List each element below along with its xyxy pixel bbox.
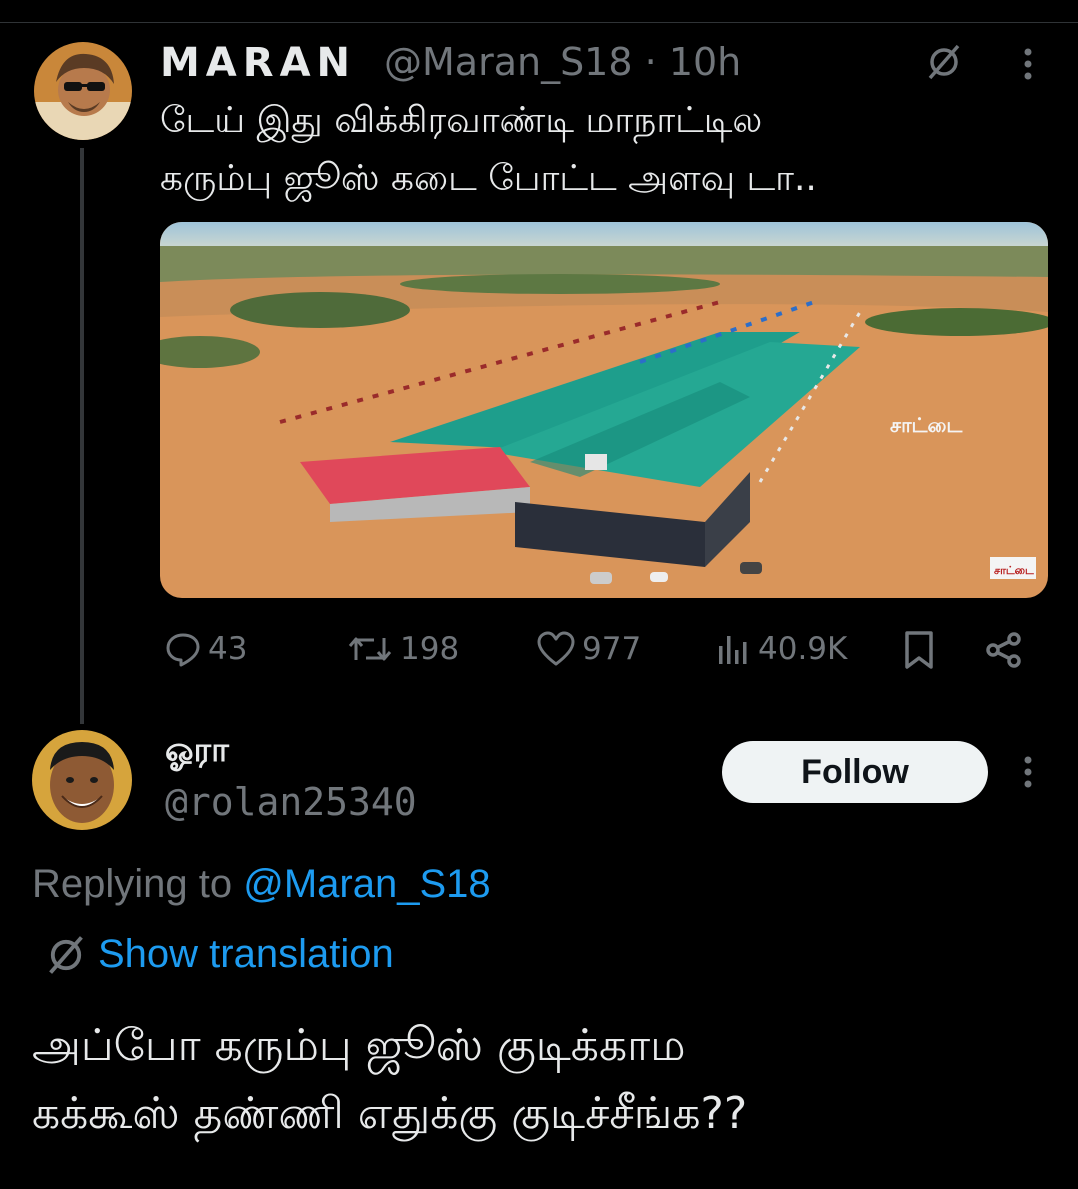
replying-to: Replying to @Maran_S18	[32, 862, 491, 907]
tweet-author-handle[interactable]: @Maran_S18 · 10h	[384, 40, 741, 84]
svg-text:சாட்டை: சாட்டை	[890, 413, 963, 437]
tweet-text-line: டேய் இது விக்கிரவாண்டி மாநாட்டில	[160, 100, 763, 141]
like-count: 977	[582, 631, 642, 667]
tweet-text: டேய் இது விக்கிரவாண்டி மாநாட்டில கரும்பு…	[160, 92, 1030, 208]
retweet-action[interactable]: 198	[346, 630, 459, 668]
replying-prefix: Replying to	[32, 862, 233, 906]
reply-more-options-icon[interactable]	[1018, 752, 1038, 792]
show-translation-label[interactable]: Show translation	[98, 932, 394, 977]
replying-mention-link[interactable]: @Maran_S18	[243, 862, 490, 906]
like-action[interactable]: 977	[536, 630, 641, 668]
retweet-count: 198	[400, 631, 460, 667]
retweet-icon	[348, 637, 392, 661]
tweet-author-name[interactable]: MARAN	[160, 40, 356, 86]
views-action[interactable]: 40.9K	[716, 630, 847, 668]
views-count: 40.9K	[758, 631, 848, 667]
tweet-text-line: கரும்பு ஜூஸ் கடை போட்ட அளவு டா..	[160, 158, 817, 199]
grok-icon[interactable]	[924, 42, 964, 82]
avatar-maran[interactable]	[34, 42, 132, 140]
views-icon	[719, 636, 747, 664]
bookmark-icon[interactable]	[900, 630, 938, 670]
reply-action[interactable]: 43	[164, 630, 247, 668]
reply-text-line: அப்போ கரும்பு ஜூஸ் குடிக்காம	[32, 1020, 686, 1071]
share-icon[interactable]	[984, 630, 1024, 670]
avatar-rolan[interactable]	[32, 730, 132, 830]
top-divider	[0, 22, 1078, 23]
show-translation-link[interactable]: Show translation	[44, 932, 394, 977]
follow-button[interactable]: Follow	[722, 741, 988, 803]
tweet-media-image[interactable]: சாட்டை சாட்டை	[160, 222, 1048, 598]
reply-text-line: கக்கூஸ் தண்ணி எதுக்கு குடிச்சீங்க??	[32, 1088, 748, 1139]
reply-count: 43	[208, 631, 248, 667]
reply-author-handle[interactable]: @rolan25340	[165, 780, 417, 824]
translate-icon	[49, 935, 83, 974]
reply-text: அப்போ கரும்பு ஜூஸ் குடிக்காம கக்கூஸ் தண்…	[32, 1012, 1062, 1148]
svg-text:சாட்டை: சாட்டை	[994, 564, 1034, 577]
reply-author-name[interactable]: ஓரா	[165, 730, 229, 774]
thread-line	[80, 148, 84, 724]
heart-icon	[537, 631, 575, 666]
more-options-icon[interactable]	[1018, 44, 1038, 84]
reply-icon	[166, 633, 200, 667]
